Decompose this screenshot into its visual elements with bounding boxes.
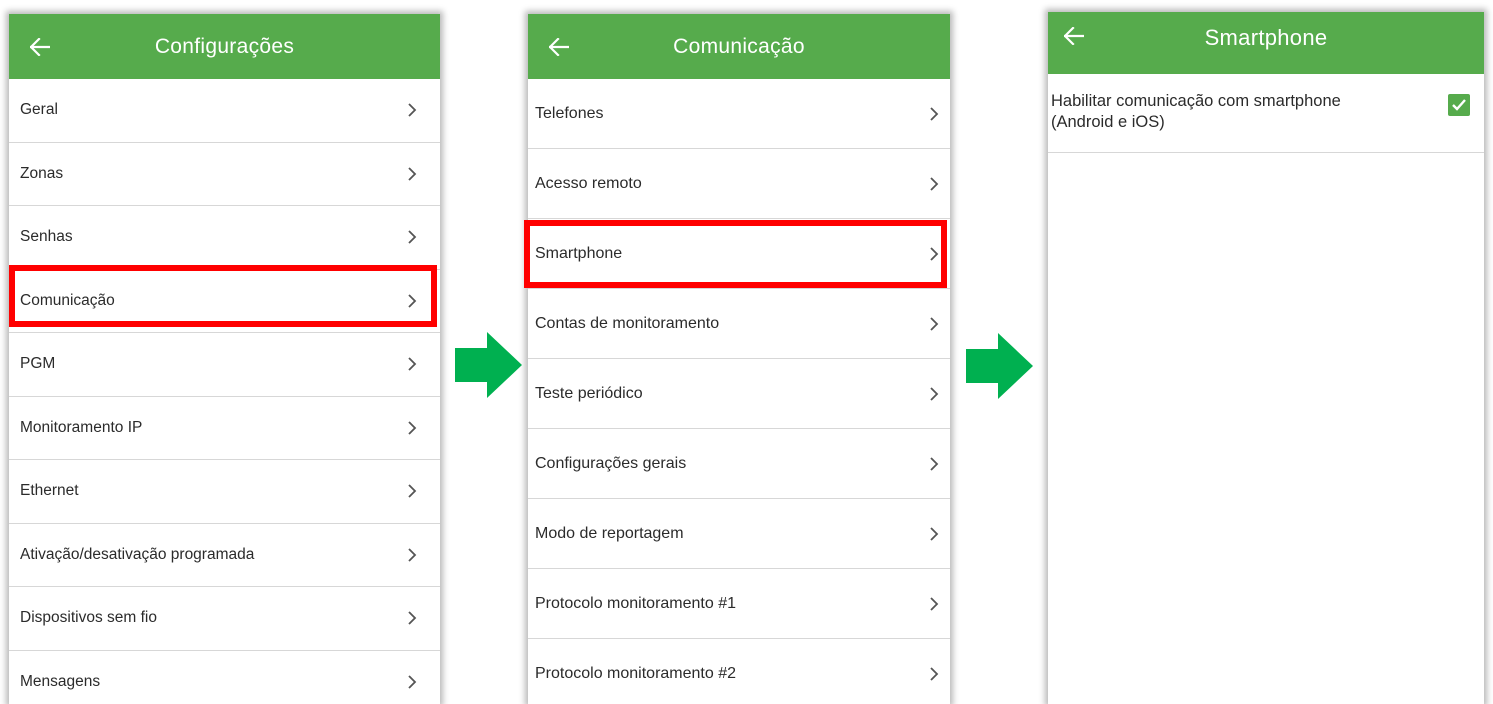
highlight-box: [9, 265, 437, 327]
menu-item-label: Monitoramento IP: [20, 419, 142, 437]
menu-item-modo-reportagem[interactable]: Modo de reportagem: [528, 499, 950, 569]
menu-item-label: PGM: [20, 355, 55, 373]
menu-item-label: Protocolo monitoramento #2: [535, 665, 736, 683]
menu-item-label: Ativação/desativação programada: [20, 546, 254, 564]
menu-item-teste-periodico[interactable]: Teste periódico: [528, 359, 950, 429]
page-title: Configurações: [9, 35, 440, 59]
menu-item-label: Mensagens: [20, 673, 100, 691]
chevron-right-icon: [406, 166, 418, 182]
menu-item-label: Contas de monitoramento: [535, 315, 719, 333]
menu-item-mensagens[interactable]: Mensagens: [9, 651, 440, 704]
menu-item-protocolo-1[interactable]: Protocolo monitoramento #1: [528, 569, 950, 639]
communication-screen: Comunicação Telefones Acesso remoto Smar…: [528, 14, 950, 704]
menu-item-label: Protocolo monitoramento #1: [535, 595, 736, 613]
menu-item-pgm[interactable]: PGM: [9, 333, 440, 397]
menu-item-geral[interactable]: Geral: [9, 79, 440, 143]
setting-label: Habilitar comunicação com smartphone (An…: [1051, 91, 1351, 133]
menu-item-protocolo-2[interactable]: Protocolo monitoramento #2: [528, 639, 950, 704]
menu-item-label: Telefones: [535, 105, 604, 123]
app-bar: Smartphone: [1048, 12, 1484, 74]
arrow-left-icon[interactable]: [1061, 23, 1087, 49]
menu-item-configuracoes-gerais[interactable]: Configurações gerais: [528, 429, 950, 499]
chevron-right-icon: [406, 610, 418, 626]
chevron-right-icon: [406, 547, 418, 563]
smartphone-screen: Smartphone Habilitar comunicação com sma…: [1048, 12, 1484, 704]
menu-item-senhas[interactable]: Senhas: [9, 206, 440, 270]
chevron-right-icon: [406, 483, 418, 499]
menu-item-dispositivos-sem-fio[interactable]: Dispositivos sem fio: [9, 587, 440, 651]
chevron-right-icon: [928, 666, 940, 682]
chevron-right-icon: [406, 229, 418, 245]
app-bar: Configurações: [9, 14, 440, 79]
page-title: Smartphone: [1048, 25, 1484, 51]
flow-arrow-icon: [966, 333, 1034, 399]
menu-item-monitoramento-ip[interactable]: Monitoramento IP: [9, 397, 440, 461]
smartphone-setting-row[interactable]: Habilitar comunicação com smartphone (An…: [1048, 74, 1484, 153]
chevron-right-icon: [928, 596, 940, 612]
enable-smartphone-checkbox[interactable]: [1448, 94, 1470, 116]
chevron-right-icon: [928, 316, 940, 332]
chevron-right-icon: [928, 526, 940, 542]
chevron-right-icon: [928, 456, 940, 472]
menu-item-ethernet[interactable]: Ethernet: [9, 460, 440, 524]
arrow-left-icon[interactable]: [546, 34, 572, 60]
menu-item-acesso-remoto[interactable]: Acesso remoto: [528, 149, 950, 219]
menu-item-zonas[interactable]: Zonas: [9, 143, 440, 207]
app-bar: Comunicação: [528, 14, 950, 79]
chevron-right-icon: [406, 420, 418, 436]
chevron-right-icon: [928, 106, 940, 122]
menu-item-contas-monitoramento[interactable]: Contas de monitoramento: [528, 289, 950, 359]
communication-list: Telefones Acesso remoto Smartphone Conta…: [528, 79, 950, 704]
menu-item-label: Dispositivos sem fio: [20, 609, 157, 627]
chevron-right-icon: [406, 102, 418, 118]
chevron-right-icon: [406, 674, 418, 690]
menu-item-label: Configurações gerais: [535, 455, 686, 473]
menu-item-label: Acesso remoto: [535, 175, 642, 193]
menu-item-ativacao-programada[interactable]: Ativação/desativação programada: [9, 524, 440, 588]
check-icon: [1451, 98, 1467, 112]
page-title: Comunicação: [528, 35, 950, 59]
menu-item-label: Ethernet: [20, 482, 79, 500]
flow-arrow-icon: [455, 332, 523, 398]
menu-item-label: Modo de reportagem: [535, 525, 684, 543]
menu-item-label: Geral: [20, 101, 58, 119]
settings-screen: Configurações Geral Zonas Senhas Comunic…: [9, 14, 440, 704]
menu-item-label: Zonas: [20, 165, 63, 183]
menu-item-label: Teste periódico: [535, 385, 643, 403]
chevron-right-icon: [928, 176, 940, 192]
highlight-box: [524, 220, 947, 288]
menu-item-telefones[interactable]: Telefones: [528, 79, 950, 149]
settings-list: Geral Zonas Senhas Comunicação PGM Monit…: [9, 79, 440, 704]
menu-item-label: Senhas: [20, 228, 73, 246]
arrow-left-icon[interactable]: [27, 34, 53, 60]
chevron-right-icon: [406, 356, 418, 372]
chevron-right-icon: [928, 386, 940, 402]
